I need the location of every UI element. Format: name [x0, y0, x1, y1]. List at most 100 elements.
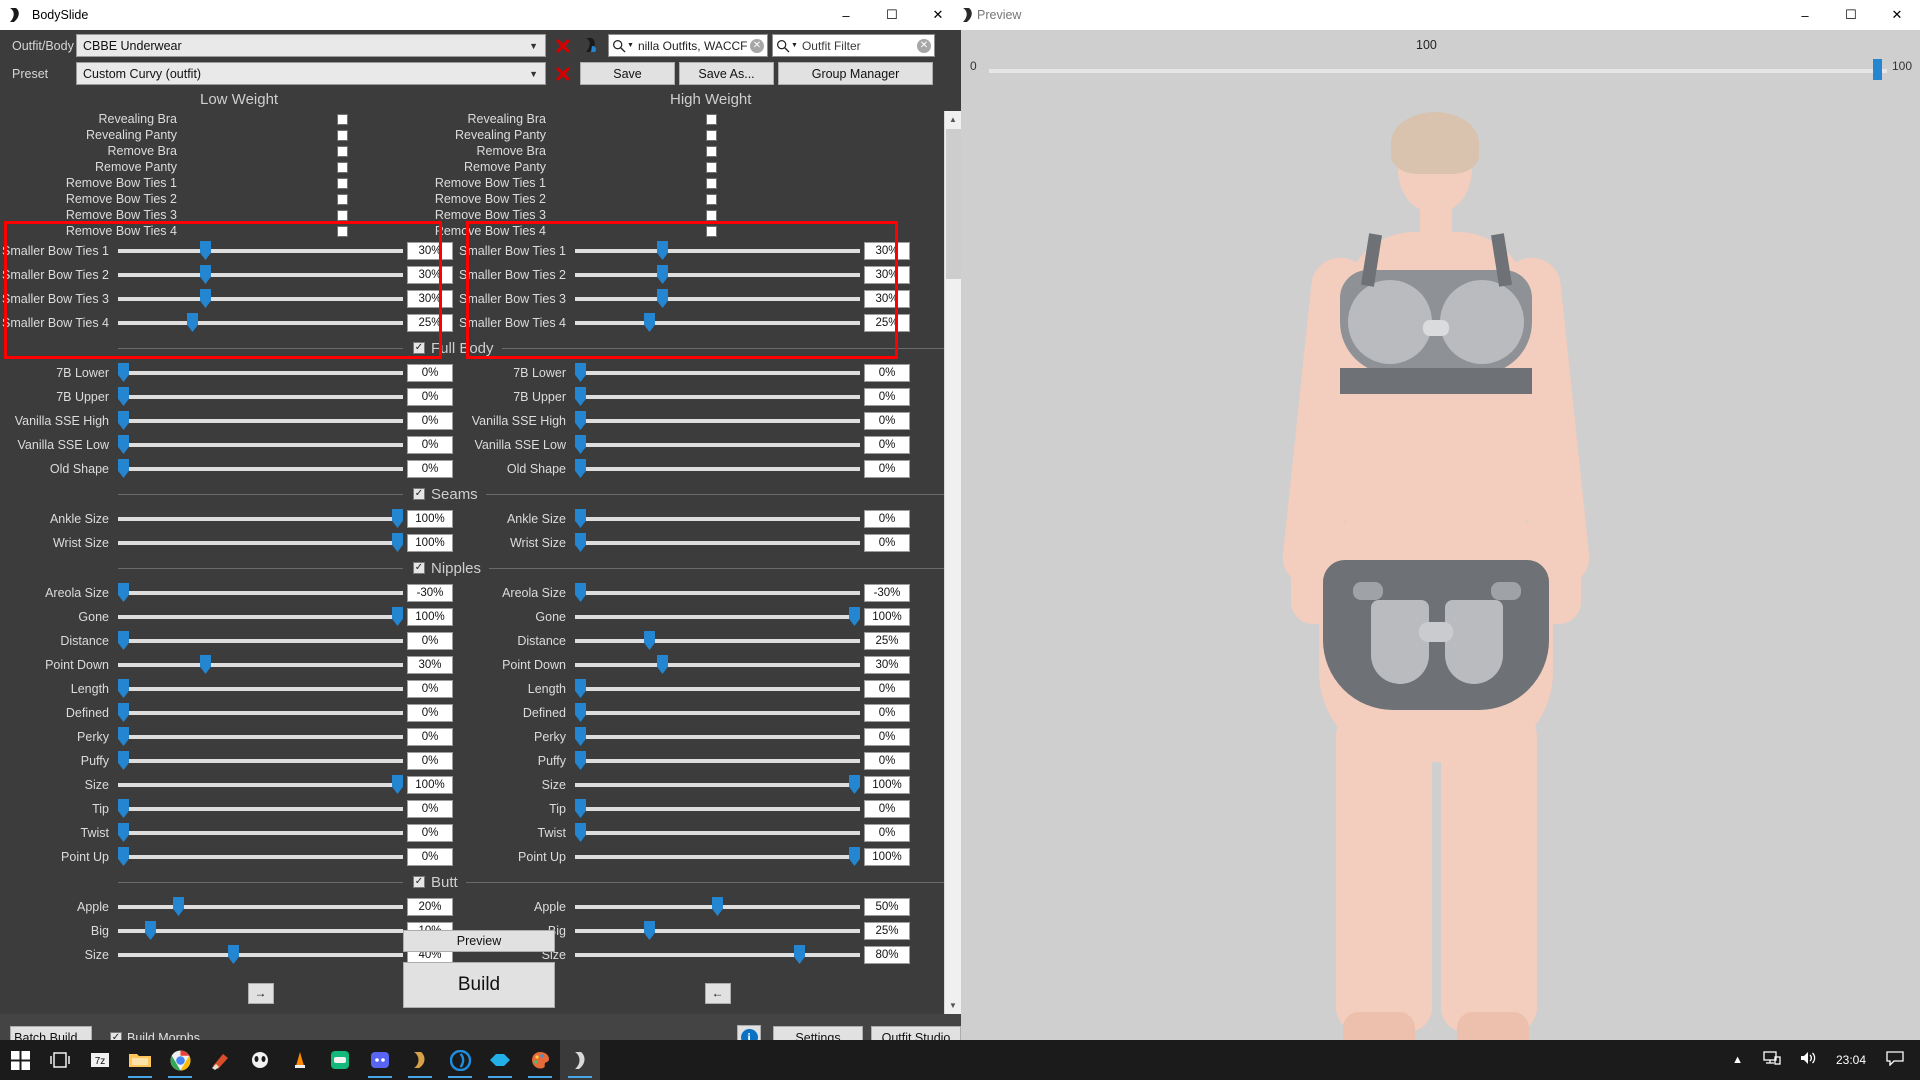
outfit-body-combobox[interactable]: CBBE Underwear ▼	[76, 34, 546, 57]
slider-value-low[interactable]: 0%	[407, 460, 453, 478]
group-manager-button[interactable]: Group Manager	[778, 62, 933, 85]
slider-thumb-low[interactable]	[118, 703, 129, 722]
slider-thumb-low[interactable]	[118, 387, 129, 406]
slider-thumb-low[interactable]	[392, 607, 403, 626]
slider-thumb-high[interactable]	[657, 265, 668, 284]
slider-value-low[interactable]: -30%	[407, 584, 453, 602]
slider-value-low[interactable]: 100%	[407, 534, 453, 552]
slider-thumb-high[interactable]	[575, 363, 586, 382]
clock[interactable]: 23:04	[1826, 1040, 1876, 1080]
slider-track-low[interactable]	[118, 773, 403, 797]
start-button[interactable]	[0, 1040, 40, 1080]
slider-thumb-high[interactable]	[657, 655, 668, 674]
scroll-down-icon[interactable]: ▼	[945, 997, 961, 1014]
slider-thumb-high[interactable]	[575, 823, 586, 842]
taskbar-item-bodyslide[interactable]	[560, 1040, 600, 1080]
slider-track-high[interactable]	[575, 653, 860, 677]
minimize-button[interactable]: –	[823, 0, 869, 30]
slider-track-high[interactable]	[575, 725, 860, 749]
chevron-up-icon[interactable]: ▲	[1721, 1054, 1754, 1066]
slider-value-low[interactable]: 25%	[407, 314, 453, 332]
slider-value-low[interactable]: 20%	[407, 898, 453, 916]
slider-thumb-low[interactable]	[118, 631, 129, 650]
slider-thumb-low[interactable]	[118, 411, 129, 430]
slider-thumb-high[interactable]	[575, 459, 586, 478]
slider-thumb-low[interactable]	[118, 435, 129, 454]
taskbar-item-alienware[interactable]	[240, 1040, 280, 1080]
slider-track-high[interactable]	[575, 457, 860, 481]
zero-slider-checkbox-high[interactable]	[706, 210, 717, 221]
slider-value-low[interactable]: 0%	[407, 364, 453, 382]
slider-track-low[interactable]	[118, 653, 403, 677]
slider-thumb-low[interactable]	[118, 583, 129, 602]
slider-track-low[interactable]	[118, 507, 403, 531]
slider-track-low[interactable]	[118, 725, 403, 749]
slider-track-low[interactable]	[118, 581, 403, 605]
slider-thumb-high[interactable]	[644, 921, 655, 940]
preview-weight-track[interactable]	[989, 69, 1887, 73]
slider-value-high[interactable]: 0%	[864, 436, 910, 454]
slider-track-high[interactable]	[575, 263, 860, 287]
slider-value-low[interactable]: 0%	[407, 680, 453, 698]
slider-track-high[interactable]	[575, 677, 860, 701]
slider-scrollbar[interactable]: ▲ ▼	[944, 111, 961, 1014]
slider-track-low[interactable]	[118, 239, 403, 263]
slider-track-high[interactable]	[575, 895, 860, 919]
taskbar-item-messenger[interactable]	[320, 1040, 360, 1080]
slider-thumb-low[interactable]	[392, 509, 403, 528]
slider-track-low[interactable]	[118, 749, 403, 773]
zero-slider-checkbox-high[interactable]	[706, 178, 717, 189]
slider-track-low[interactable]	[118, 845, 403, 869]
slider-thumb-high[interactable]	[575, 435, 586, 454]
slider-value-low[interactable]: 0%	[407, 824, 453, 842]
slider-value-high[interactable]: 0%	[864, 704, 910, 722]
slider-track-low[interactable]	[118, 919, 403, 943]
zero-slider-checkbox-low[interactable]	[337, 114, 348, 125]
slider-track-high[interactable]	[575, 287, 860, 311]
slider-track-high[interactable]	[575, 943, 860, 967]
slider-track-high[interactable]	[575, 409, 860, 433]
slider-track-high[interactable]	[575, 773, 860, 797]
slider-thumb-low[interactable]	[200, 289, 211, 308]
preview-maximize-button[interactable]: ☐	[1828, 0, 1874, 30]
slider-thumb-low[interactable]	[173, 897, 184, 916]
slider-track-high[interactable]	[575, 433, 860, 457]
taskbar-item-discord[interactable]	[360, 1040, 400, 1080]
slider-value-high[interactable]: 0%	[864, 824, 910, 842]
slider-thumb-low[interactable]	[392, 533, 403, 552]
slider-value-high[interactable]: 0%	[864, 412, 910, 430]
slider-value-low[interactable]: 100%	[407, 608, 453, 626]
group-checkbox[interactable]: ✓	[413, 342, 425, 354]
slider-value-low[interactable]: 0%	[407, 436, 453, 454]
slider-track-low[interactable]	[118, 457, 403, 481]
clear-outfit-button[interactable]	[550, 34, 576, 57]
slider-value-low[interactable]: 30%	[407, 242, 453, 260]
slider-value-low[interactable]: 30%	[407, 290, 453, 308]
taskbar-item-vlc[interactable]	[280, 1040, 320, 1080]
slider-track-low[interactable]	[118, 263, 403, 287]
zero-slider-checkbox-low[interactable]	[337, 130, 348, 141]
slider-thumb-high[interactable]	[849, 775, 860, 794]
slider-thumb-high[interactable]	[849, 847, 860, 866]
copy-to-low-button[interactable]: ←	[705, 983, 731, 1004]
slider-value-high[interactable]: 25%	[864, 632, 910, 650]
slider-value-low[interactable]: 0%	[407, 388, 453, 406]
zero-slider-checkbox-low[interactable]	[337, 194, 348, 205]
slider-thumb-high[interactable]	[575, 679, 586, 698]
slider-track-low[interactable]	[118, 433, 403, 457]
zero-slider-checkbox-low[interactable]	[337, 146, 348, 157]
clear-icon[interactable]: ✕	[917, 39, 931, 53]
taskbar-item-mod-organizer[interactable]	[200, 1040, 240, 1080]
preview-minimize-button[interactable]: –	[1782, 0, 1828, 30]
preview-close-button[interactable]: ✕	[1874, 0, 1920, 30]
preview-button[interactable]: Preview	[403, 930, 555, 952]
slider-track-low[interactable]	[118, 797, 403, 821]
slider-track-low[interactable]	[118, 605, 403, 629]
copy-to-high-button[interactable]: →	[248, 983, 274, 1004]
zero-slider-checkbox-high[interactable]	[706, 114, 717, 125]
save-button[interactable]: Save	[580, 62, 675, 85]
save-as-button[interactable]: Save As...	[679, 62, 774, 85]
taskbar-item-file-explorer[interactable]	[120, 1040, 160, 1080]
zero-slider-checkbox-low[interactable]	[337, 162, 348, 173]
slider-value-high[interactable]: 30%	[864, 242, 910, 260]
